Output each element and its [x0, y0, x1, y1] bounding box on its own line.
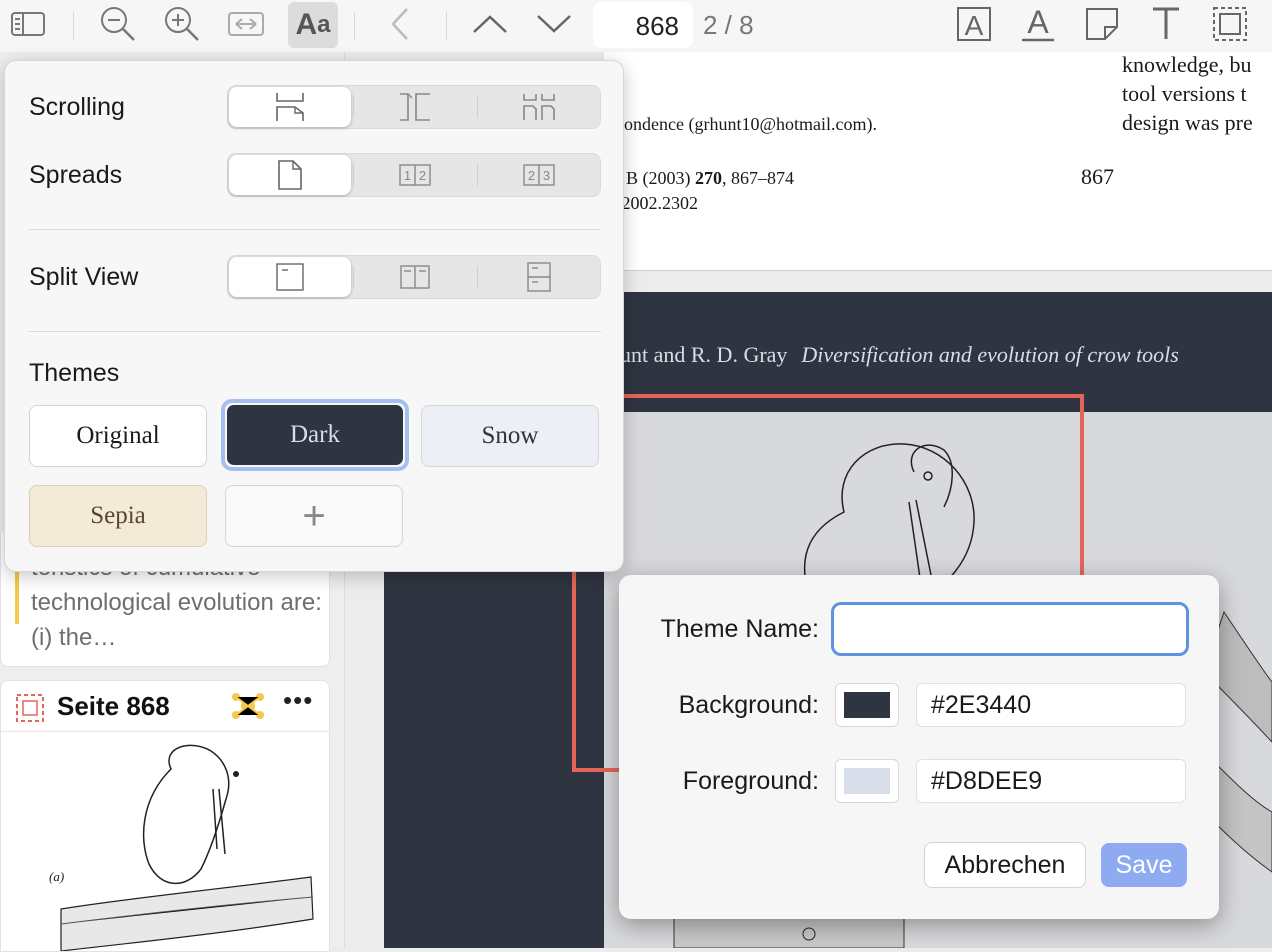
text-annotation-icon[interactable]: A	[1016, 4, 1060, 44]
page-selection-icon	[16, 694, 44, 722]
note-icon[interactable]	[1080, 4, 1124, 44]
column-text: knowledge, bu tool versions t design was…	[1122, 52, 1253, 137]
horizontal-split-icon	[527, 262, 551, 292]
text-appearance-icon[interactable]: Aa	[288, 2, 338, 48]
theme-original-button[interactable]: Original	[29, 405, 207, 467]
running-header: unt and R. D. Gray Diversification and ev…	[620, 342, 1179, 368]
background-label: Background:	[678, 691, 819, 719]
spreads-label: Spreads	[29, 161, 123, 189]
document-page-867: knowledge, bu tool versions t design was…	[604, 52, 1272, 271]
new-theme-dialog: Theme Name: Background: #2E3440 Foregrou…	[619, 575, 1219, 919]
foreground-label: Foreground:	[682, 767, 819, 795]
text-line: design was pre	[1122, 110, 1253, 135]
page-card[interactable]: Seite 868 ••• (a)	[0, 680, 330, 952]
svg-text:2: 2	[528, 168, 535, 183]
page-number: 867	[1081, 164, 1114, 189]
more-icon[interactable]: •••	[283, 685, 313, 716]
page-count: 2 / 8	[703, 10, 754, 40]
section-divider	[29, 331, 601, 332]
split-view-none-option[interactable]	[229, 257, 351, 297]
correspondence-line: spondence (grhunt10@hotmail.com).	[608, 114, 878, 134]
scrolling-vertical-option[interactable]	[229, 87, 351, 127]
wrapped-scroll-icon	[523, 94, 555, 120]
next-page-icon[interactable]	[532, 4, 576, 44]
split-view-segmented-control	[227, 255, 601, 299]
running-header-title: Diversification and evolution of crow to…	[801, 342, 1179, 367]
theme-dark-label: Dark	[227, 405, 403, 465]
split-view-vertical-option[interactable]	[354, 257, 476, 297]
toolbar-divider	[354, 12, 355, 40]
page-card-title: Seite 868	[57, 691, 170, 721]
scrolling-wrapped-option[interactable]	[478, 87, 600, 127]
theme-dark-button[interactable]: Dark	[221, 399, 409, 471]
svg-text:2: 2	[419, 168, 426, 183]
toolbar: Aa 868 2 / 8 A A	[0, 0, 1272, 52]
foreground-color-well[interactable]	[835, 759, 899, 803]
back-icon[interactable]	[378, 4, 422, 44]
background-hex-field[interactable]: #2E3440	[916, 683, 1186, 727]
add-theme-button[interactable]: +	[225, 485, 403, 547]
appearance-popover: Scrolling Spreads 12 23 Split View Theme…	[4, 60, 624, 572]
fit-width-icon[interactable]	[224, 4, 268, 44]
text-line: knowledge, bu	[1122, 52, 1252, 77]
theme-snow-button[interactable]: Snow	[421, 405, 599, 467]
page-thumbnail[interactable]: (a)	[21, 739, 321, 951]
no-split-icon	[276, 263, 304, 291]
split-view-horizontal-option[interactable]	[478, 257, 600, 297]
even-spread-icon: 23	[523, 164, 555, 186]
background-color-well[interactable]	[835, 683, 899, 727]
citation-line: d. B (2003) 270, 867–874	[608, 168, 794, 189]
foreground-swatch	[844, 768, 890, 794]
theme-name-input[interactable]	[831, 602, 1189, 656]
cancel-button[interactable]: Abbrechen	[924, 842, 1086, 888]
spreads-none-option[interactable]	[229, 155, 351, 195]
citation-pages: , 867–874	[722, 168, 794, 188]
spreads-segmented-control: 12 23	[227, 153, 601, 197]
previous-page-icon[interactable]	[468, 4, 512, 44]
vertical-scroll-icon	[276, 93, 304, 121]
text-line: tool versions t	[1122, 81, 1247, 106]
zoom-in-icon[interactable]	[160, 4, 204, 44]
single-page-icon	[278, 160, 302, 190]
running-header-authors: unt and R. D. Gray	[620, 342, 788, 367]
spreads-even-option[interactable]: 23	[478, 155, 600, 195]
odd-spread-icon: 12	[399, 164, 431, 186]
theme-name-label: Theme Name:	[660, 615, 819, 643]
zoom-out-icon[interactable]	[96, 4, 140, 44]
background-swatch	[844, 692, 890, 718]
text-box-icon[interactable]: A	[952, 4, 996, 44]
svg-text:3: 3	[543, 168, 550, 183]
citation-volume: 270	[695, 168, 722, 188]
figure-label: (a)	[49, 869, 64, 884]
section-divider	[29, 229, 601, 230]
themes-label: Themes	[29, 359, 120, 387]
horizontal-scroll-icon	[400, 93, 430, 121]
citation-series: B (2003)	[626, 168, 691, 188]
foreground-hex-field[interactable]: #D8DEE9	[916, 759, 1186, 803]
text-tool-icon[interactable]	[1144, 4, 1188, 44]
svg-text:A: A	[1027, 6, 1049, 40]
scrolling-label: Scrolling	[29, 93, 125, 121]
svg-text:1: 1	[404, 168, 411, 183]
scrolling-segmented-control	[227, 85, 601, 129]
mind-map-icon[interactable]	[231, 689, 265, 723]
page-card-header: Seite 868 •••	[1, 681, 329, 732]
spreads-odd-option[interactable]: 12	[354, 155, 476, 195]
save-button[interactable]: Save	[1101, 843, 1187, 887]
theme-sepia-button[interactable]: Sepia	[29, 485, 207, 547]
page-number-field[interactable]: 868	[593, 2, 693, 48]
toolbar-divider	[446, 12, 447, 40]
scrolling-horizontal-option[interactable]	[354, 87, 476, 127]
selection-icon[interactable]	[1208, 4, 1252, 44]
toolbar-divider	[73, 12, 74, 40]
svg-text:A: A	[965, 10, 984, 41]
split-view-label: Split View	[29, 263, 139, 291]
sidebar-toggle-icon[interactable]	[6, 4, 50, 44]
vertical-split-icon	[400, 265, 430, 289]
